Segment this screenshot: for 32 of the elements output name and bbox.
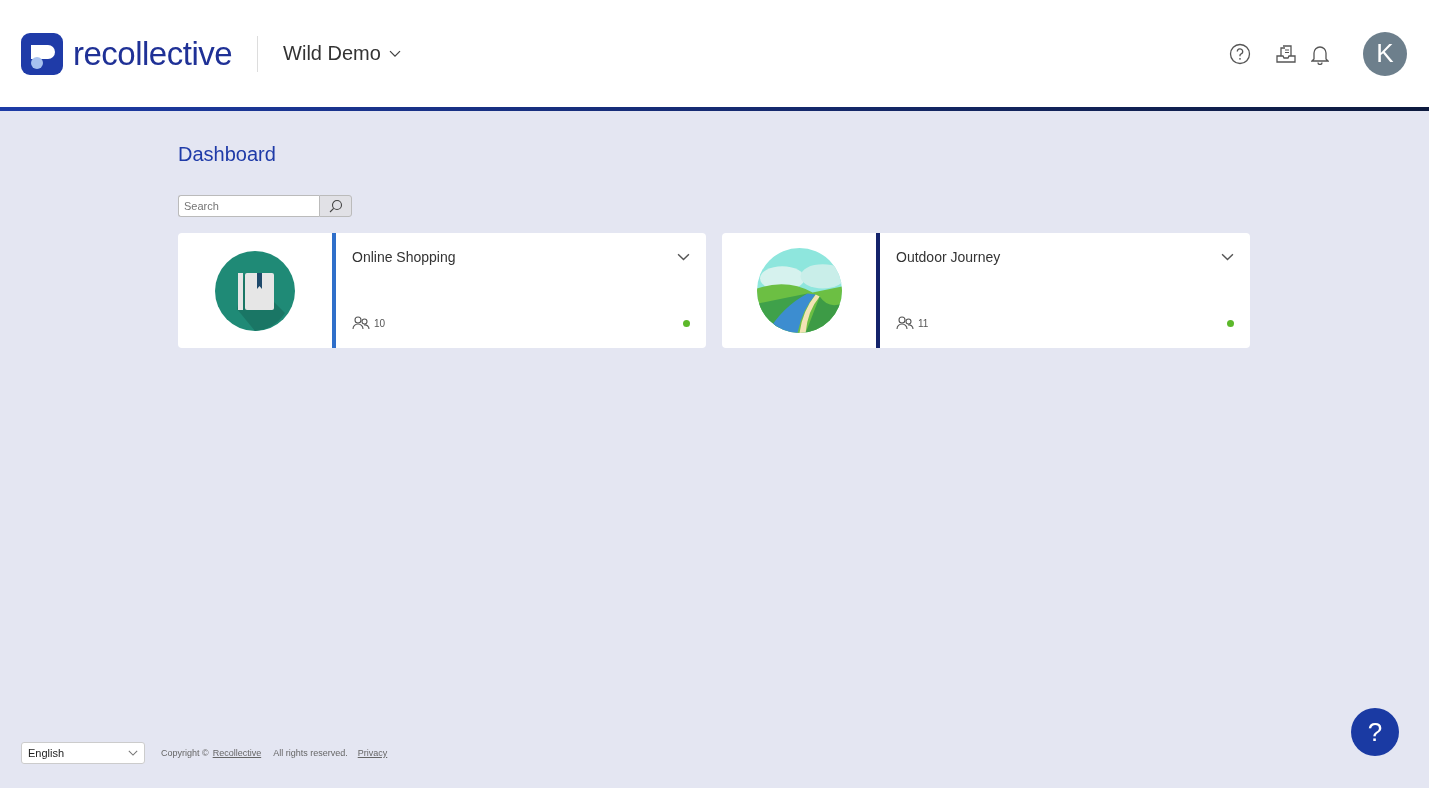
project-title: Online Shopping	[352, 249, 456, 265]
logo-text: recollective	[73, 34, 233, 73]
expand-button[interactable]	[677, 253, 690, 261]
member-count: 10	[374, 317, 386, 329]
expand-button[interactable]	[1221, 253, 1234, 261]
logo-icon	[21, 32, 63, 75]
user-avatar[interactable]: K	[1363, 31, 1407, 76]
people-icon	[896, 316, 914, 330]
search-button[interactable]	[319, 195, 352, 217]
chevron-down-icon	[128, 750, 138, 756]
language-select[interactable]: English	[21, 742, 145, 764]
chevron-down-icon	[388, 49, 401, 58]
status-dot	[683, 319, 690, 327]
search-icon	[328, 199, 343, 213]
search-field[interactable]: Search	[178, 195, 319, 217]
chevron-down-icon	[677, 253, 690, 261]
workspace-dropdown[interactable]: Wild Demo	[283, 42, 401, 65]
inbox-icon[interactable]	[1275, 43, 1297, 64]
help-button[interactable]: ?	[1351, 708, 1399, 756]
rights-text: All rights reserved.	[273, 748, 348, 758]
copyright-text: Copyright ©	[161, 748, 209, 758]
chevron-down-icon	[1221, 253, 1234, 261]
people-icon	[352, 316, 370, 330]
page-title: Dashboard	[178, 143, 277, 166]
member-count: 11	[918, 317, 929, 329]
help-icon[interactable]	[1229, 42, 1251, 65]
project-card[interactable]: Online Shopping 10	[178, 233, 706, 348]
project-card[interactable]: Outdoor Journey 11	[722, 233, 1250, 348]
company-link[interactable]: Recollective	[212, 748, 262, 758]
project-title: Outdoor Journey	[896, 249, 1001, 265]
privacy-link[interactable]: Privacy	[357, 748, 388, 758]
status-dot	[1227, 319, 1234, 327]
